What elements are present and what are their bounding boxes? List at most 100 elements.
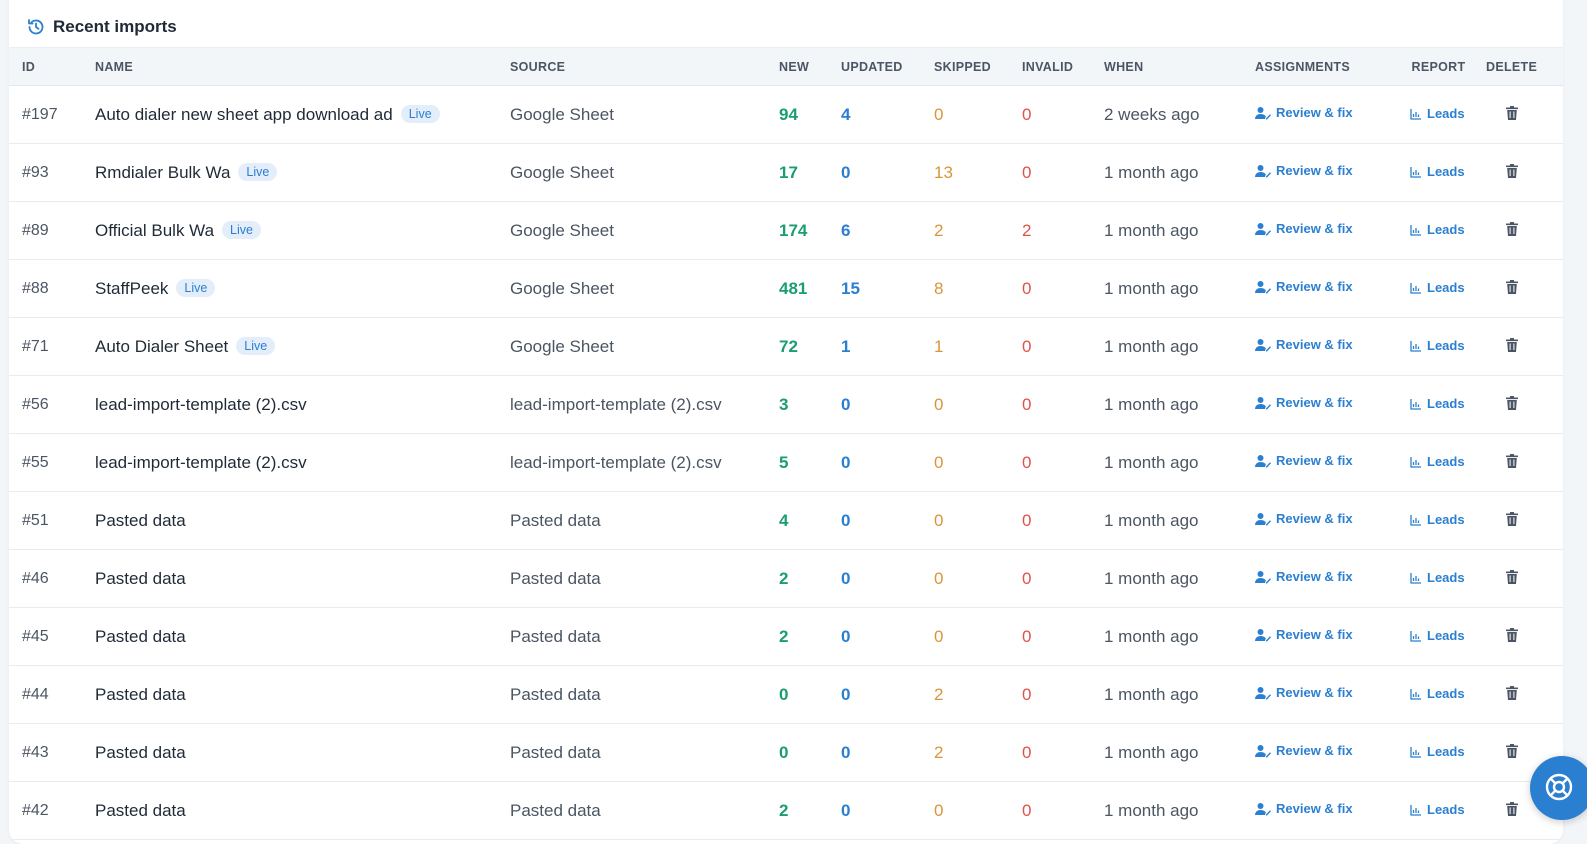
import-name[interactable]: Auto Dialer Sheet [95, 337, 228, 356]
count-updated: 0 [841, 665, 934, 724]
import-name-cell: Auto dialer new sheet app download ad Liv… [95, 85, 510, 144]
delete-button[interactable] [1506, 569, 1518, 589]
review-fix-link[interactable]: Review & fix [1255, 511, 1353, 526]
import-name[interactable]: Pasted data [95, 569, 186, 588]
assignments-cell: Review & fix [1255, 85, 1391, 144]
delete-button[interactable] [1506, 105, 1518, 125]
review-fix-label: Review & fix [1276, 569, 1353, 584]
assignments-cell: Review & fix [1255, 317, 1391, 376]
import-name[interactable]: Rmdialer Bulk Wa [95, 163, 230, 182]
leads-label: Leads [1427, 338, 1465, 353]
review-fix-link[interactable]: Review & fix [1255, 743, 1353, 758]
leads-report-link[interactable]: Leads [1410, 628, 1465, 643]
leads-report-link[interactable]: Leads [1410, 686, 1465, 701]
review-fix-link[interactable]: Review & fix [1255, 801, 1353, 816]
review-fix-link[interactable]: Review & fix [1255, 395, 1353, 410]
import-name[interactable]: lead-import-template (2).csv [95, 453, 307, 472]
leads-report-link[interactable]: Leads [1410, 222, 1465, 237]
leads-report-link[interactable]: Leads [1410, 512, 1465, 527]
trash-icon [1506, 801, 1518, 816]
leads-label: Leads [1427, 280, 1465, 295]
leads-report-link[interactable]: Leads [1410, 338, 1465, 353]
import-name[interactable]: Pasted data [95, 743, 186, 762]
count-invalid: 2 [1022, 201, 1104, 260]
leads-report-link[interactable]: Leads [1410, 164, 1465, 179]
table-row: #46 Pasted data Pasted data 2 0 0 0 1 mo… [9, 549, 1563, 608]
leads-report-link[interactable]: Leads [1410, 454, 1465, 469]
delete-button[interactable] [1506, 743, 1518, 763]
import-name[interactable]: StaffPeek [95, 279, 168, 298]
import-name[interactable]: Pasted data [95, 511, 186, 530]
review-fix-link[interactable]: Review & fix [1255, 221, 1353, 236]
chart-icon [1410, 746, 1421, 758]
import-name[interactable]: Official Bulk Wa [95, 221, 214, 240]
delete-button[interactable] [1506, 163, 1518, 183]
import-when: 1 month ago [1104, 375, 1255, 434]
review-fix-link[interactable]: Review & fix [1255, 279, 1353, 294]
user-edit-icon [1255, 686, 1271, 699]
table-row: #51 Pasted data Pasted data 4 0 0 0 1 mo… [9, 491, 1563, 550]
import-name[interactable]: Pasted data [95, 685, 186, 704]
assignments-cell: Review & fix [1255, 433, 1391, 492]
review-fix-link[interactable]: Review & fix [1255, 453, 1353, 468]
leads-report-link[interactable]: Leads [1410, 744, 1465, 759]
import-name-cell: Pasted data [95, 607, 510, 666]
delete-button[interactable] [1506, 395, 1518, 415]
delete-button[interactable] [1506, 279, 1518, 299]
delete-button[interactable] [1506, 627, 1518, 647]
import-when: 2 weeks ago [1104, 85, 1255, 144]
chart-icon [1410, 224, 1421, 236]
review-fix-link[interactable]: Review & fix [1255, 105, 1353, 120]
user-edit-icon [1255, 222, 1271, 235]
delete-button[interactable] [1506, 453, 1518, 473]
import-name[interactable]: Pasted data [95, 627, 186, 646]
count-skipped: 0 [934, 781, 1022, 840]
import-name[interactable]: lead-import-template (2).csv [95, 395, 307, 414]
import-name-cell: Pasted data [95, 549, 510, 608]
trash-icon [1506, 163, 1518, 178]
import-name-cell: Pasted data [95, 781, 510, 840]
report-cell: Leads [1391, 781, 1486, 840]
help-button[interactable] [1530, 756, 1587, 820]
leads-report-link[interactable]: Leads [1410, 396, 1465, 411]
trash-icon [1506, 685, 1518, 700]
report-cell: Leads [1391, 85, 1486, 144]
assignments-cell: Review & fix [1255, 259, 1391, 318]
live-badge: Live [238, 162, 278, 181]
import-source: Pasted data [510, 607, 779, 666]
leads-report-link[interactable]: Leads [1410, 570, 1465, 585]
review-fix-link[interactable]: Review & fix [1255, 685, 1353, 700]
count-skipped: 0 [934, 491, 1022, 550]
report-cell: Leads [1391, 375, 1486, 434]
count-invalid: 0 [1022, 607, 1104, 666]
count-new: 174 [779, 201, 841, 260]
leads-report-link[interactable]: Leads [1410, 280, 1465, 295]
delete-button[interactable] [1506, 685, 1518, 705]
review-fix-label: Review & fix [1276, 511, 1353, 526]
delete-button[interactable] [1506, 511, 1518, 531]
review-fix-label: Review & fix [1276, 627, 1353, 642]
import-source: lead-import-template (2).csv [510, 375, 779, 434]
import-source: Google Sheet [510, 85, 779, 144]
report-cell: Leads [1391, 143, 1486, 202]
user-edit-icon [1255, 396, 1271, 409]
import-name[interactable]: Pasted data [95, 801, 186, 820]
review-fix-link[interactable]: Review & fix [1255, 569, 1353, 584]
count-new: 0 [779, 665, 841, 724]
review-fix-link[interactable]: Review & fix [1255, 163, 1353, 178]
delete-button[interactable] [1506, 337, 1518, 357]
review-fix-link[interactable]: Review & fix [1255, 627, 1353, 642]
count-updated: 15 [841, 259, 934, 318]
count-updated: 0 [841, 143, 934, 202]
user-edit-icon [1255, 106, 1271, 119]
leads-report-link[interactable]: Leads [1410, 802, 1465, 817]
delete-button[interactable] [1506, 801, 1518, 821]
trash-icon [1506, 627, 1518, 642]
leads-report-link[interactable]: Leads [1410, 106, 1465, 121]
delete-button[interactable] [1506, 221, 1518, 241]
review-fix-link[interactable]: Review & fix [1255, 337, 1353, 352]
import-name[interactable]: Auto dialer new sheet app download ad [95, 105, 393, 124]
count-invalid: 0 [1022, 665, 1104, 724]
trash-icon [1506, 105, 1518, 120]
import-name-cell: Pasted data [95, 491, 510, 550]
